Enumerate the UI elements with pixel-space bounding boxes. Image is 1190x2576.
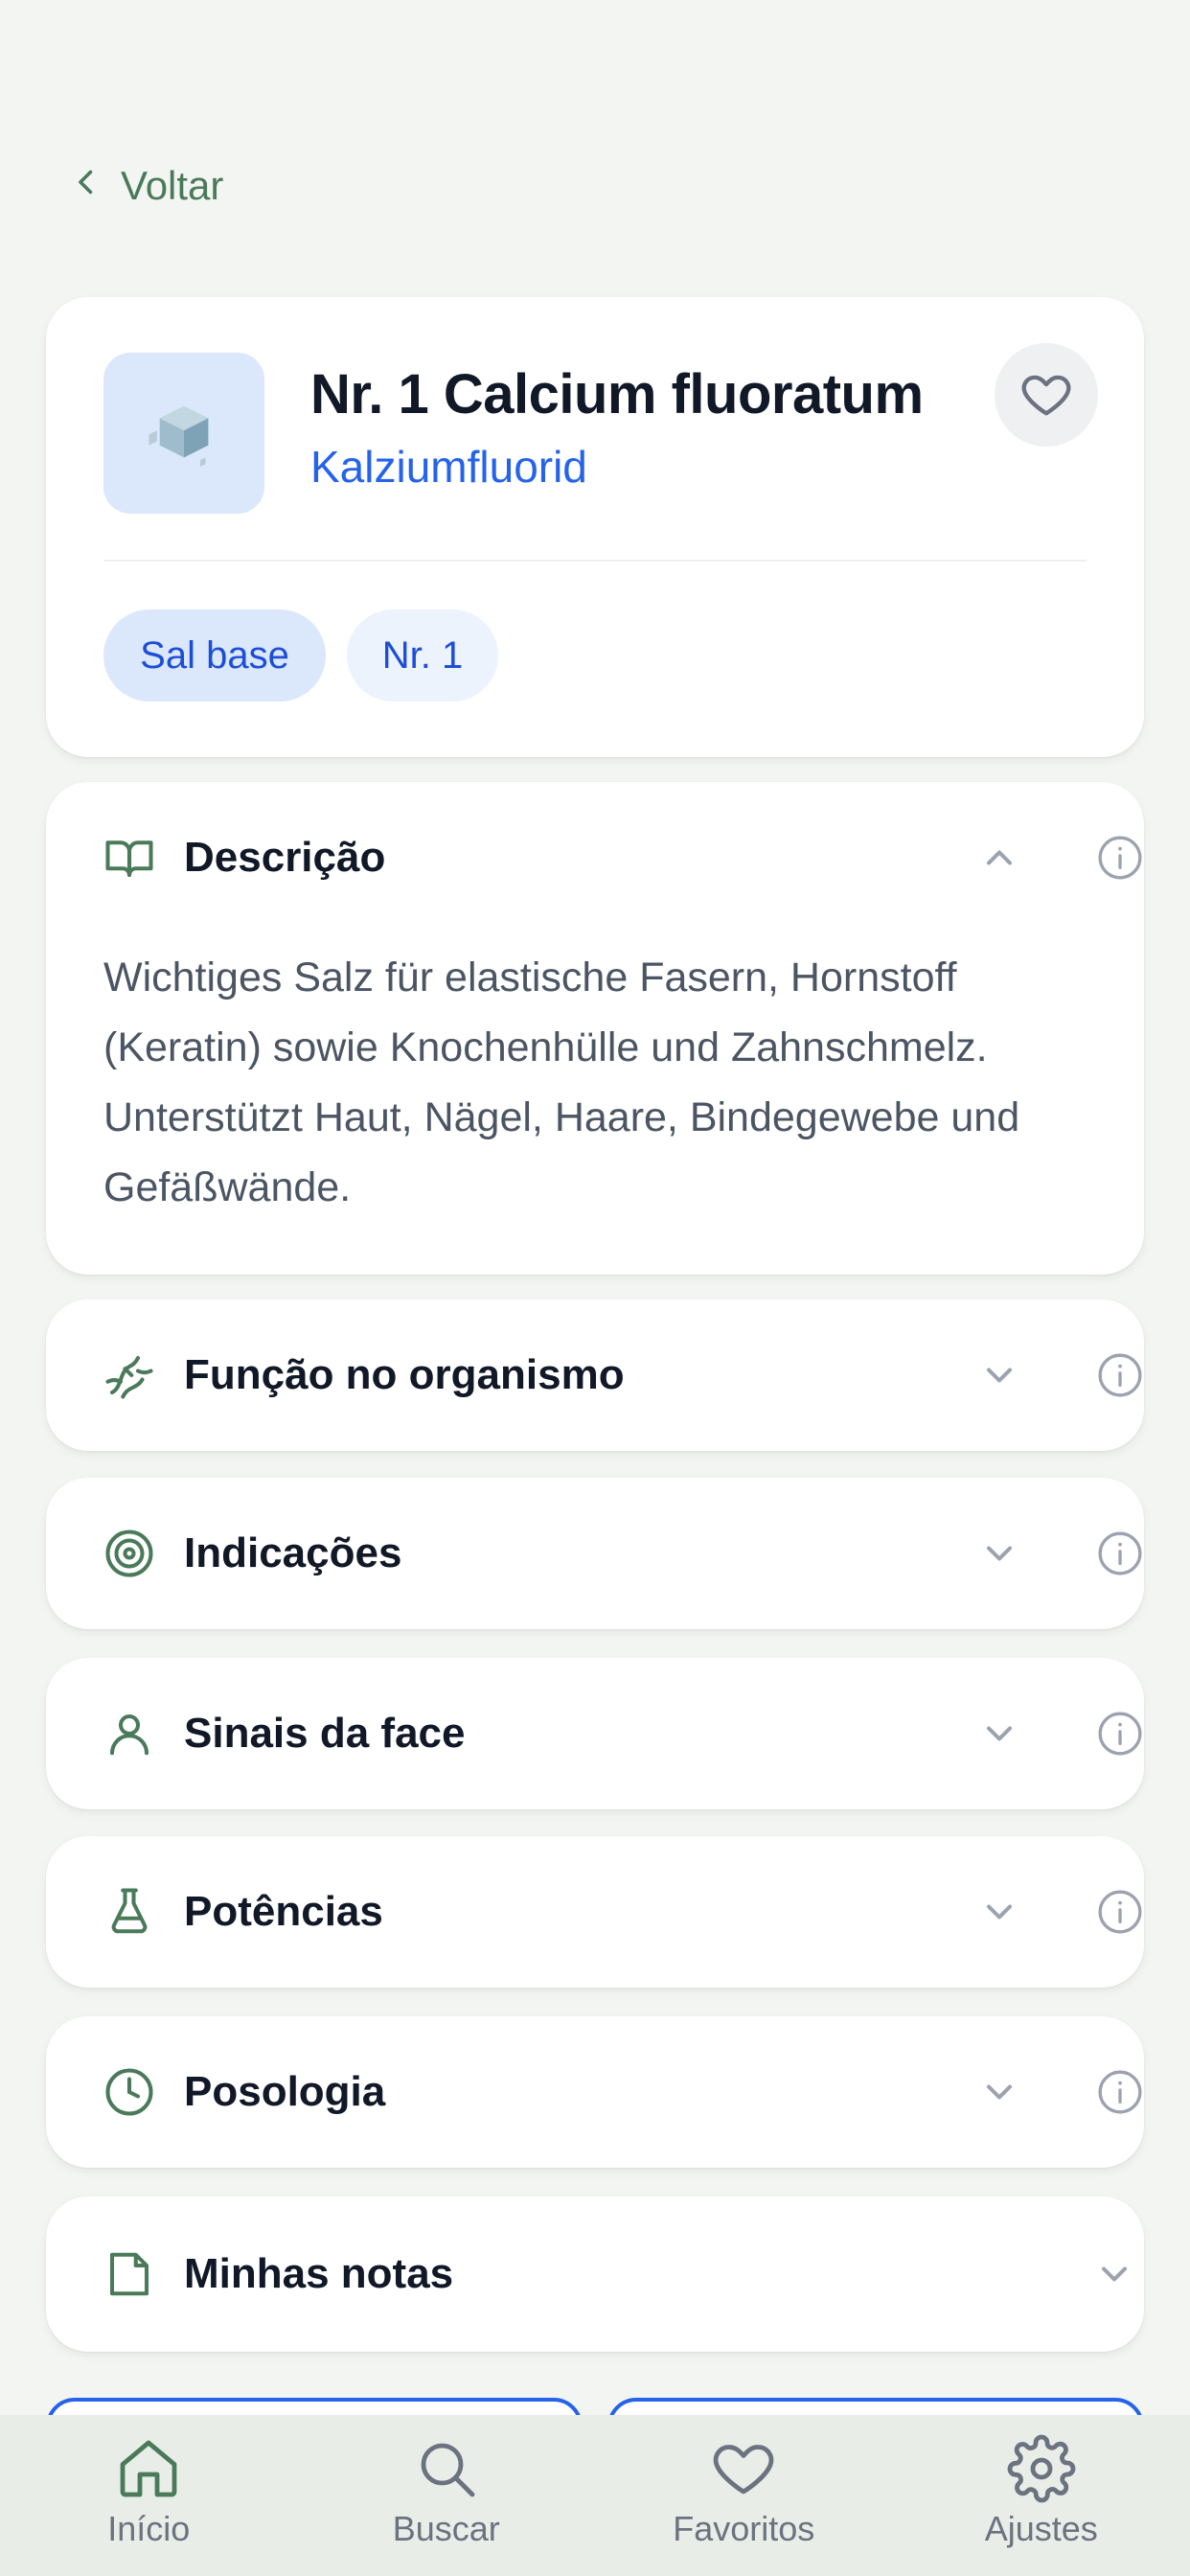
flask-icon <box>103 1886 155 1938</box>
section-indications-title: Indicações <box>184 1530 402 1576</box>
heart-icon <box>1021 375 1071 416</box>
user-icon <box>103 1708 155 1760</box>
tab-settings[interactable]: Ajustes <box>893 2415 1190 2576</box>
info-icon[interactable] <box>1096 1351 1144 1399</box>
salt-subtitle: Kalziumfluorid <box>310 442 587 492</box>
tab-search-label: Buscar <box>392 2509 500 2548</box>
tab-favorites-label: Favoritos <box>673 2509 815 2548</box>
section-dosage-title: Posologia <box>184 2068 386 2115</box>
section-description-header[interactable]: Descrição <box>46 782 1144 933</box>
tab-favorites[interactable]: Favoritos <box>595 2415 893 2576</box>
section-function[interactable]: Função no organismo <box>46 1300 1144 1451</box>
salt-header-card: Nr. 1 Calcium fluoratum Kalziumfluorid S… <box>46 297 1144 757</box>
back-label: Voltar <box>121 163 224 208</box>
chevron-down-icon[interactable] <box>1090 2250 1138 2298</box>
chevron-down-icon[interactable] <box>975 1351 1023 1399</box>
section-notes-title: Minhas notas <box>184 2250 454 2297</box>
section-dosage[interactable]: Posologia <box>46 2016 1144 2168</box>
section-notes[interactable]: Minhas notas <box>46 2196 1144 2352</box>
bottom-tab-bar: Início Buscar Favoritos Ajustes <box>0 2415 1190 2576</box>
info-icon[interactable] <box>1096 1888 1144 1936</box>
chevron-down-icon[interactable] <box>975 1710 1023 1758</box>
heart-icon <box>714 2445 774 2495</box>
crystal-icon <box>149 405 209 468</box>
chevron-down-icon[interactable] <box>975 1888 1023 1936</box>
section-function-title: Função no organismo <box>184 1351 625 1398</box>
gear-icon <box>1007 2434 1076 2503</box>
number-chip[interactable]: Nr. 1 <box>347 610 498 702</box>
favorite-button[interactable] <box>995 343 1098 447</box>
search-icon <box>421 2443 475 2497</box>
section-description-title: Descrição <box>184 834 386 881</box>
clock-icon <box>103 2066 155 2118</box>
section-indications[interactable]: Indicações <box>46 1478 1144 1629</box>
tab-settings-label: Ajustes <box>984 2509 1098 2548</box>
section-face-signs[interactable]: Sinais da face <box>46 1658 1144 1809</box>
salt-title: Nr. 1 Calcium fluoratum <box>310 363 924 426</box>
category-chip[interactable]: Sal base <box>103 610 326 702</box>
section-face-signs-title: Sinais da face <box>184 1710 466 1757</box>
info-icon[interactable] <box>1096 1530 1144 1577</box>
tab-search[interactable]: Buscar <box>298 2415 596 2576</box>
divider <box>103 560 1087 562</box>
dna-icon <box>103 1349 155 1401</box>
tab-home[interactable]: Início <box>0 2415 298 2576</box>
back-button[interactable]: Voltar <box>69 163 223 209</box>
book-open-icon <box>103 832 155 884</box>
salt-image <box>103 353 264 514</box>
chevron-up-icon[interactable] <box>975 834 1023 882</box>
info-icon[interactable] <box>1096 1710 1144 1758</box>
info-icon[interactable] <box>1096 2068 1144 2116</box>
target-icon <box>103 1528 155 1579</box>
description-text: Wichtiges Salz für elastische Fasern, Ho… <box>103 954 1020 1210</box>
tab-home-label: Início <box>107 2509 191 2548</box>
info-icon[interactable] <box>1096 834 1144 882</box>
home-icon <box>120 2440 177 2497</box>
chevron-left-icon <box>69 163 103 209</box>
chevron-down-icon[interactable] <box>975 2068 1023 2116</box>
section-description: Descrição Wichtiges Salz für elastische … <box>46 782 1144 1275</box>
section-potencies[interactable]: Potências <box>46 1836 1144 1988</box>
chevron-down-icon[interactable] <box>975 1530 1023 1577</box>
section-potencies-title: Potências <box>184 1888 383 1935</box>
file-icon <box>103 2248 155 2300</box>
